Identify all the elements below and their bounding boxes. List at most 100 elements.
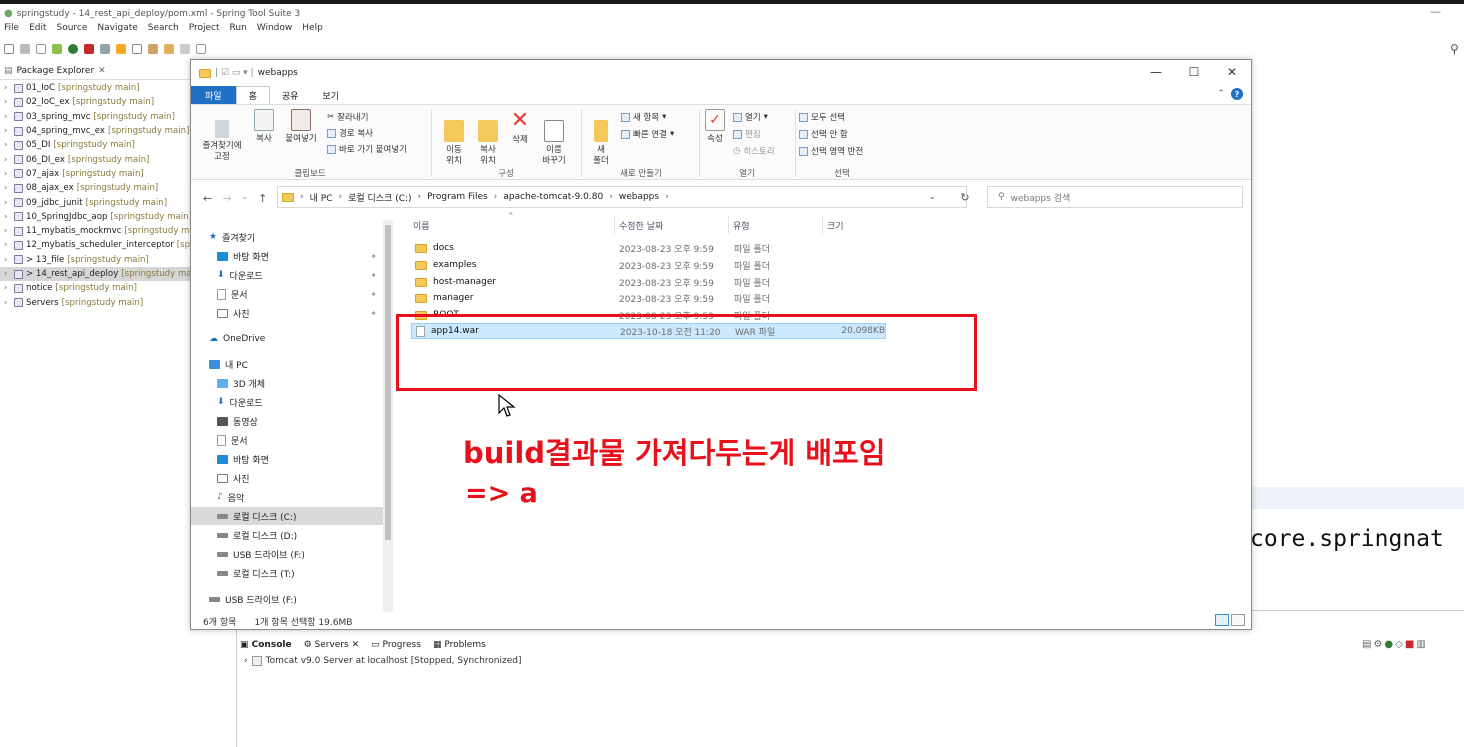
collapse-ribbon-icon[interactable]: ⌃ [1217, 89, 1225, 99]
expand-arrow-icon[interactable]: › [4, 240, 11, 250]
forward-icon[interactable] [180, 44, 190, 54]
pin-icon[interactable]: ✦ [370, 271, 377, 280]
breadcrumb-chevron-icon[interactable]: › [418, 192, 422, 202]
menu-edit[interactable]: Edit [29, 23, 46, 37]
nav-scrollbar-thumb[interactable] [385, 225, 391, 540]
back-arrow-icon[interactable]: ← [203, 192, 212, 205]
menu-file[interactable]: File [4, 23, 19, 37]
run-icon[interactable] [68, 44, 78, 54]
pin-icon[interactable]: ✦ [370, 290, 377, 299]
server-stop-icon[interactable]: ■ [1405, 639, 1416, 650]
tab-progress[interactable]: ▭ Progress [371, 640, 421, 650]
copy-button[interactable]: 복사 [251, 109, 277, 145]
expand-arrow-icon[interactable]: › [4, 140, 11, 150]
nav-item-drive-t[interactable]: 로컬 디스크 (T:) [191, 564, 383, 582]
nav-item-usb-f-root[interactable]: USB 드라이브 (F:) [191, 590, 383, 608]
server-icon[interactable] [100, 44, 110, 54]
expand-arrow-icon[interactable]: › [244, 656, 248, 666]
project-item[interactable]: › 05_DI [springstudy main] [0, 138, 192, 152]
close-icon[interactable]: ✕ [352, 640, 360, 650]
large-icons-view-icon[interactable] [1231, 614, 1245, 626]
nav-item-pictures[interactable]: 사진 ✦ [191, 304, 383, 322]
nav-item-documents[interactable]: 문서 ✦ [191, 285, 383, 303]
project-item-selected[interactable]: › > 14_rest_api_deploy [springstudy ma [0, 266, 192, 282]
package-explorer-title[interactable]: Package Explorer [17, 66, 95, 76]
pin-quick-access-button[interactable]: 즐겨찾기에 고정 [197, 109, 247, 163]
address-dropdown-icon[interactable]: ⌄ [928, 192, 936, 202]
nav-item-downloads[interactable]: ⬇ 다운로드 ✦ [191, 266, 383, 284]
expand-arrow-icon[interactable]: › [4, 298, 11, 308]
external-tools-icon[interactable] [84, 44, 94, 54]
tab-share[interactable]: 공유 [270, 86, 311, 104]
tab-problems[interactable]: ▦ Problems [433, 640, 486, 650]
print-icon[interactable] [36, 44, 46, 54]
pin-icon[interactable]: ✦ [370, 252, 377, 261]
invert-selection-button[interactable]: 선택 영역 반전 [799, 145, 863, 157]
pin-icon[interactable]: ✦ [370, 309, 377, 318]
project-item[interactable]: › 07_ajax [springstudy main] [0, 167, 192, 181]
project-item[interactable]: › > 13_file [springstudy main] [0, 253, 192, 267]
server-row[interactable]: › Tomcat v9.0 Server at localhost [Stopp… [244, 656, 522, 666]
nav-item-music[interactable]: ♪ 음악 [191, 488, 383, 506]
open-button[interactable]: 열기 ▾ [733, 111, 768, 123]
expand-arrow-icon[interactable]: › [4, 83, 11, 93]
expand-arrow-icon[interactable]: › [4, 112, 11, 122]
expand-arrow-icon[interactable]: › [4, 255, 11, 265]
menu-navigate[interactable]: Navigate [97, 23, 137, 37]
next-annotation-icon[interactable] [148, 44, 158, 54]
quick-access-toolbar-icon[interactable]: | ☑ ▭ ▾ | [215, 68, 254, 78]
menu-project[interactable]: Project [189, 23, 220, 37]
breadcrumb-item[interactable]: apache-tomcat-9.0.80 [503, 192, 603, 202]
forward-arrow-icon[interactable]: → [222, 192, 231, 205]
nav-item-downloads-pc[interactable]: ⬇ 다운로드 [191, 393, 383, 411]
breadcrumb-chevron-icon[interactable]: › [494, 192, 498, 202]
edit-button[interactable]: 편집 [733, 128, 761, 140]
new-icon[interactable] [4, 44, 14, 54]
expand-arrow-icon[interactable]: › [4, 155, 11, 165]
recent-dropdown-icon[interactable]: ⌄ [241, 192, 248, 205]
project-item[interactable]: › 04_spring_mvc_ex [springstudy main] [0, 124, 192, 138]
expand-arrow-icon[interactable]: › [4, 169, 11, 179]
file-row[interactable]: host-manager 2023-08-23 오후 9:59 파일 폴더 [411, 274, 886, 290]
nav-item-desktop-pc[interactable]: 바탕 화면 [191, 450, 383, 468]
select-none-button[interactable]: 선택 안 함 [799, 128, 848, 140]
paste-button[interactable]: 붙여넣기 [281, 109, 321, 145]
project-item[interactable]: › 12_mybatis_scheduler_interceptor [sp [0, 238, 192, 252]
project-item[interactable]: › 10_SpringJdbc_aop [springstudy main] [0, 210, 192, 224]
address-bar[interactable]: › 내 PC › 로컬 디스크 (C:) › Program Files › a… [277, 186, 967, 208]
copy-to-button[interactable]: 복사 위치 [473, 109, 503, 167]
file-row[interactable]: docs 2023-08-23 오후 9:59 파일 폴더 [411, 240, 886, 256]
paste-shortcut-button[interactable]: 바로 가기 붙여넣기 [327, 143, 407, 155]
move-to-button[interactable]: 이동 위치 [439, 109, 469, 167]
nav-item-desktop[interactable]: 바탕 화면 ✦ [191, 247, 383, 265]
properties-button[interactable]: ✓ 속성 [703, 109, 727, 145]
open-type-icon[interactable] [116, 44, 126, 54]
nav-item-documents-pc[interactable]: 문서 [191, 431, 383, 449]
breadcrumb-chevron-icon[interactable]: › [665, 192, 669, 202]
tab-console[interactable]: ▣ Console [240, 640, 292, 650]
expand-arrow-icon[interactable]: › [4, 183, 11, 193]
debug-icon[interactable] [52, 44, 62, 54]
server-debug-icon[interactable]: ▤ [1362, 639, 1373, 650]
nav-item-videos[interactable]: 동영상 [191, 412, 383, 430]
new-folder-button[interactable]: 새 폴더 [589, 109, 613, 167]
expand-arrow-icon[interactable]: › [4, 126, 11, 136]
nav-item-quick-access[interactable]: ★ 즐겨찾기 [191, 228, 383, 246]
column-date[interactable]: 수정한 날짜 [617, 216, 729, 234]
breadcrumb-item[interactable]: 내 PC [310, 191, 333, 204]
help-icon[interactable]: ? [1231, 88, 1243, 100]
project-item[interactable]: › 02_IoC_ex [springstudy main] [0, 95, 192, 109]
eclipse-minimize-button[interactable]: — [1430, 5, 1441, 18]
menu-search[interactable]: Search [148, 23, 179, 37]
search-tool-icon[interactable] [132, 44, 142, 54]
tab-view[interactable]: 보기 [310, 86, 351, 104]
project-item[interactable]: › 01_IoC [springstudy main] [0, 81, 192, 95]
maximize-button[interactable]: ☐ [1175, 60, 1213, 86]
tab-servers[interactable]: ⚙ Servers ✕ [304, 640, 360, 650]
details-view-icon[interactable] [1215, 614, 1229, 626]
breadcrumb-item[interactable]: Program Files [427, 192, 488, 202]
project-item[interactable]: › 03_spring_mvc [springstudy main] [0, 110, 192, 124]
nav-item-3d-objects[interactable]: 3D 개체 [191, 374, 383, 392]
server-publish-icon[interactable]: ▥ [1416, 639, 1427, 650]
breadcrumb-chevron-icon[interactable]: › [609, 192, 613, 202]
